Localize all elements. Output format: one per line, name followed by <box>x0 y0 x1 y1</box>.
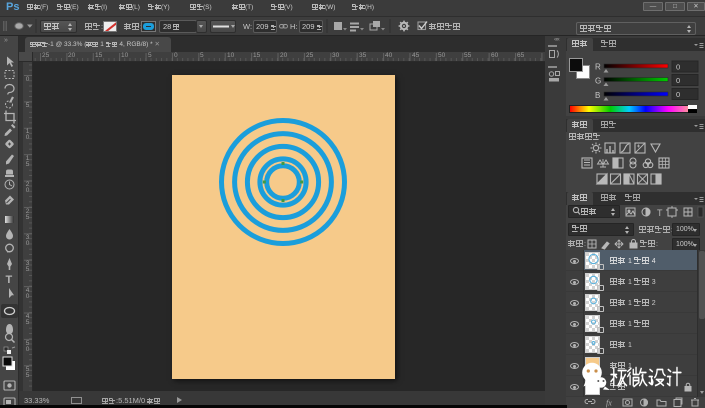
svg-text:B: B <box>595 91 600 100</box>
svg-text:»: » <box>4 37 8 44</box>
svg-text:T: T <box>657 208 663 218</box>
svg-text:0: 0 <box>676 76 680 85</box>
svg-text:G: G <box>595 77 601 86</box>
svg-text:R: R <box>595 63 601 72</box>
svg-text:0: 0 <box>676 90 680 99</box>
svg-text:0: 0 <box>676 63 680 72</box>
svg-text:T: T <box>6 274 13 286</box>
svg-text:fx: fx <box>606 399 612 408</box>
